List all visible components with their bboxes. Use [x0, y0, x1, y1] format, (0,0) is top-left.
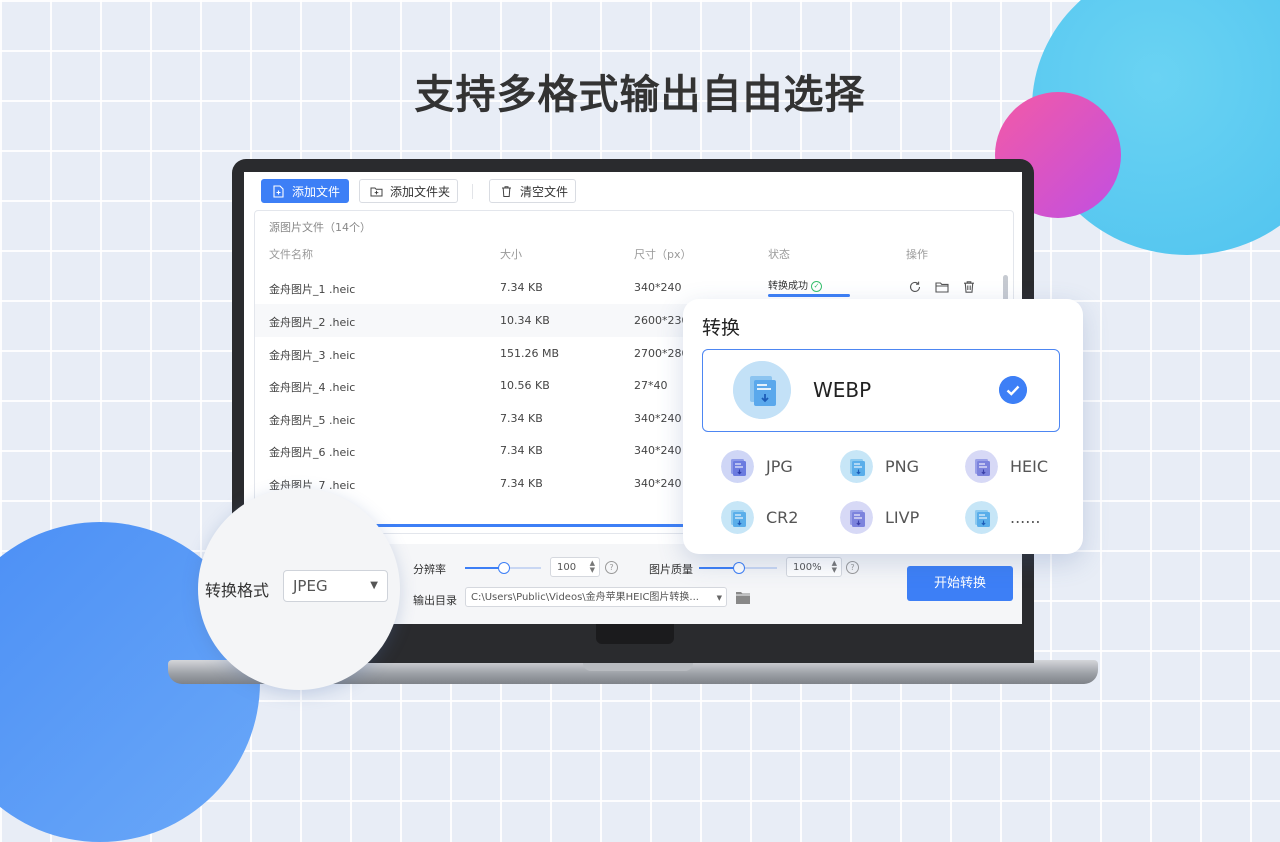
format-option-png[interactable]: PNG [840, 450, 940, 486]
add-folder-label: 添加文件夹 [390, 185, 451, 199]
trash-icon [502, 186, 511, 197]
stepper-arrows-icon[interactable]: ▲ ▼ [832, 560, 837, 574]
add-file-button[interactable]: 添加文件 [261, 179, 349, 203]
image-file-icon [965, 501, 998, 534]
file-size: 10.34 KB [500, 314, 550, 327]
image-file-icon [733, 361, 791, 419]
file-name: 金舟图片_6 .heic [269, 446, 356, 459]
column-header-size: 大小 [500, 248, 522, 261]
output-dir-select[interactable]: C:\Users\Public\Videos\金舟苹果HEIC图片转换... ▼ [465, 587, 727, 607]
quality-label: 图片质量 [649, 563, 693, 576]
format-option-livp[interactable]: LIVP [840, 501, 940, 537]
file-size: 7.34 KB [500, 477, 543, 490]
help-icon[interactable]: ? [605, 561, 618, 574]
resolution-value: 100 [557, 562, 577, 573]
file-dimensions: 340*240 [634, 281, 682, 294]
resolution-slider-handle[interactable] [498, 562, 510, 574]
add-file-icon [273, 185, 284, 198]
quality-stepper[interactable]: 100% ▲ ▼ [786, 557, 842, 577]
image-file-icon [721, 450, 754, 483]
image-file-icon [840, 450, 873, 483]
file-size: 151.26 MB [500, 347, 560, 360]
file-name: 金舟图片_1 .heic [269, 283, 356, 296]
format-option-cr2[interactable]: CR2 [721, 501, 821, 537]
format-option-label: CR2 [766, 508, 799, 527]
resolution-label: 分辨率 [413, 563, 446, 576]
column-header-actions: 操作 [906, 248, 928, 261]
image-file-icon [721, 501, 754, 534]
quality-value: 100% [793, 562, 822, 573]
panel-title: 源图片文件（14个） [269, 221, 371, 234]
convert-format-select[interactable]: JPEG ▼ [283, 570, 388, 602]
file-name: 金舟图片_5 .heic [269, 414, 356, 427]
convert-format-value: JPEG [293, 577, 328, 595]
file-name: 金舟图片_4 .heic [269, 381, 356, 394]
format-option-heic[interactable]: HEIC [965, 450, 1065, 486]
status-cell: 转换成功 ✓ [768, 277, 822, 292]
image-file-icon [965, 450, 998, 483]
format-option-label: HEIC [1010, 457, 1049, 476]
headline: 支持多格式输出自由选择 [414, 72, 866, 118]
check-icon [999, 376, 1027, 404]
folder-icon[interactable] [935, 280, 949, 294]
add-folder-icon [370, 187, 383, 197]
laptop-hinge [596, 624, 674, 644]
status-text: 转换成功 [768, 281, 808, 292]
clear-files-label: 清空文件 [520, 185, 569, 199]
file-dimensions: 27*40 [634, 379, 668, 392]
help-icon[interactable]: ? [846, 561, 859, 574]
stepper-arrows-icon[interactable]: ▲ ▼ [590, 560, 595, 574]
progress-bar [768, 294, 850, 297]
quality-slider-handle[interactable] [733, 562, 745, 574]
format-magnifier-callout: 转换格式 JPEG ▼ [198, 488, 400, 690]
file-size: 7.34 KB [500, 412, 543, 425]
file-dimensions: 340*240 [634, 477, 682, 490]
column-header-dimensions: 尺寸（px） [634, 248, 692, 261]
resolution-slider[interactable] [465, 562, 541, 574]
start-convert-button[interactable]: 开始转换 [907, 566, 1013, 601]
column-header-name: 文件名称 [269, 248, 313, 261]
format-option-selected[interactable]: WEBP [702, 349, 1060, 432]
file-dimensions: 2600*230 [634, 314, 689, 327]
folder-icon[interactable] [735, 590, 751, 605]
format-option-label: LIVP [885, 508, 920, 527]
file-dimensions: 340*240 [634, 444, 682, 457]
format-option-more[interactable]: ...... [965, 501, 1065, 537]
column-header-status: 状态 [768, 248, 790, 261]
refresh-icon[interactable] [908, 280, 922, 294]
file-dimensions: 2700*280 [634, 347, 689, 360]
clear-files-button[interactable]: 清空文件 [489, 179, 576, 203]
file-name: 金舟图片_2 .heic [269, 316, 356, 329]
format-option-label: JPG [766, 457, 793, 476]
trash-icon[interactable] [962, 280, 976, 294]
add-file-label: 添加文件 [292, 185, 341, 199]
image-file-icon [840, 501, 873, 534]
add-folder-button[interactable]: 添加文件夹 [359, 179, 458, 203]
chevron-down-icon: ▼ [370, 580, 378, 591]
check-circle-icon: ✓ [811, 280, 822, 292]
file-size: 7.34 KB [500, 281, 543, 294]
chevron-down-icon: ▼ [716, 594, 722, 602]
resolution-stepper[interactable]: 100 ▲ ▼ [550, 557, 600, 577]
laptop-notch [583, 662, 693, 671]
table-header: 文件名称 大小 尺寸（px） 状态 操作 [255, 246, 1013, 270]
file-name: 金舟图片_3 .heic [269, 349, 356, 362]
file-size: 10.56 KB [500, 379, 550, 392]
selected-format-label: WEBP [813, 378, 872, 402]
convert-format-popup: 转换 WEBP JPG PNG HEIC CR2 LIVP ...... [683, 299, 1083, 554]
output-dir-label: 输出目录 [413, 594, 457, 607]
quality-slider[interactable] [699, 562, 777, 574]
popup-title: 转换 [702, 317, 741, 339]
format-option-jpg[interactable]: JPG [721, 450, 821, 486]
toolbar-divider [472, 184, 473, 199]
output-dir-value: C:\Users\Public\Videos\金舟苹果HEIC图片转换... [471, 592, 699, 603]
format-option-label: ...... [1010, 508, 1041, 527]
toolbar: 添加文件 添加文件夹 清空文件 [244, 172, 1022, 210]
format-option-label: PNG [885, 457, 920, 476]
file-dimensions: 340*240 [634, 412, 682, 425]
convert-format-label: 转换格式 [205, 581, 270, 600]
file-size: 7.34 KB [500, 444, 543, 457]
